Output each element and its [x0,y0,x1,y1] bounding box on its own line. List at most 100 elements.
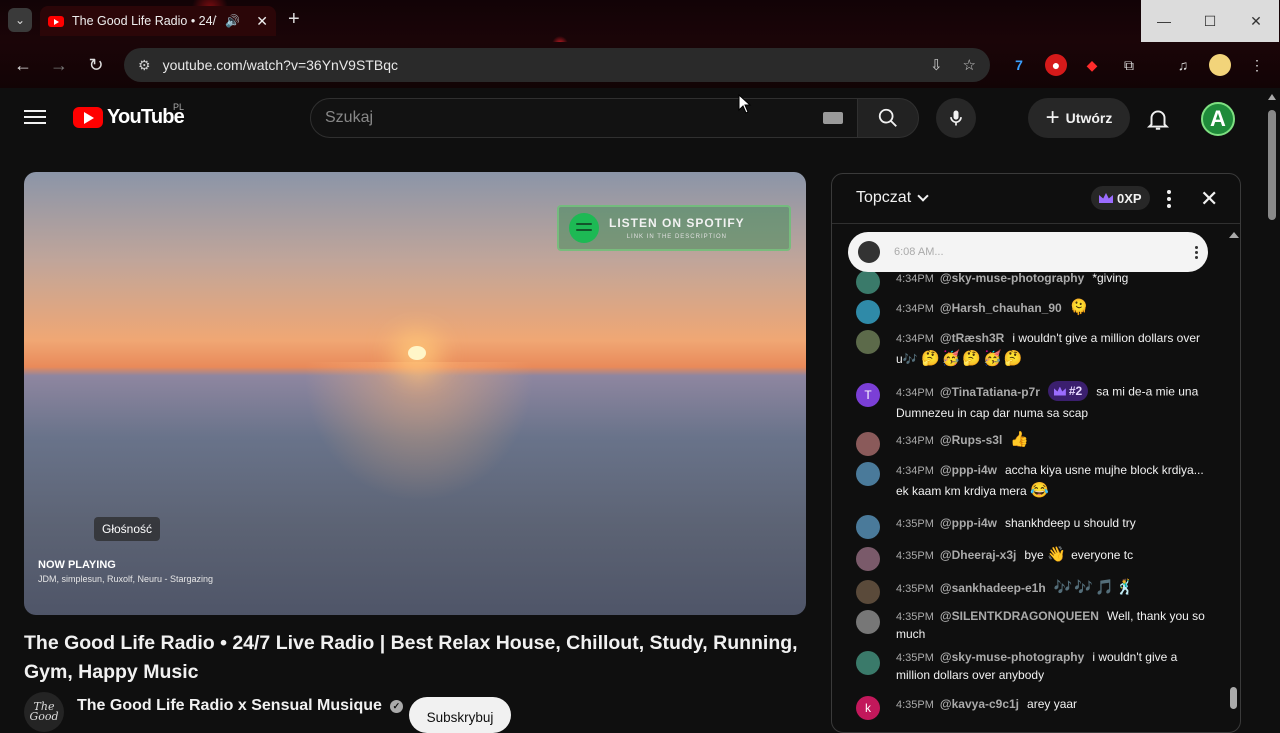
channel-name-link[interactable]: The Good Life Radio x Sensual Musique ✓ [77,697,403,715]
now-playing-overlay: NOW PLAYING JDM, simplesun, Ruxolf, Neur… [38,559,213,584]
channel-avatar[interactable]: The Good [24,692,64,732]
chat-message[interactable]: 4:35PM @ppp-i4w shankhdeep u should try [856,513,1206,539]
chat-scroll-up-icon[interactable] [1229,232,1239,238]
author-avatar: k [856,696,880,720]
address-bar[interactable]: ⚙ youtube.com/watch?v=36YnV9STBqc ⇩ ☆ [124,48,990,82]
author-avatar [856,580,880,604]
scrollbar-thumb[interactable] [1268,110,1276,220]
chat-message[interactable]: 4:35PM @sky-muse-photography i wouldn't gi… [856,649,1206,684]
notifications-bell-icon[interactable] [1145,106,1171,132]
sunset-sun [408,346,426,360]
new-tab-button[interactable]: + [288,8,300,31]
tab-title: The Good Life Radio • 24/7 [72,14,218,28]
create-button[interactable]: + Utwórz [1028,98,1130,138]
spotify-sub-text: LINK IN THE DESCRIPTION [626,234,727,240]
account-avatar[interactable]: A [1201,102,1235,136]
voice-search-button[interactable] [936,98,976,138]
bookmark-star-icon[interactable]: ☆ [963,56,976,74]
xp-badge[interactable]: 0XP [1091,186,1150,210]
author-avatar [856,610,880,634]
maximize-button[interactable]: ☐ [1187,0,1233,42]
author-avatar [856,330,880,354]
rank-badge: #2 [1047,381,1089,401]
chat-message[interactable]: 4:34PM @Rups-s3l 👍 [856,430,1206,456]
chat-message[interactable]: 4:35PM @SILENTKDRAGONQUEEN Well, thank you… [856,608,1206,643]
menu-icon[interactable] [24,106,46,128]
chat-mode-label: Topczat [856,189,912,206]
media-control-icon[interactable]: ♫ [1172,54,1194,76]
browser-tab[interactable]: The Good Life Radio • 24/7 🔊 ✕ [40,6,276,36]
live-chat-panel: Topczat 0XP ✕ 6:08 AM... 4:34PM @sky-muse… [831,173,1241,733]
pinned-author-avatar [858,241,880,263]
youtube-logo[interactable]: YouTube PL [73,102,185,129]
subscribe-button[interactable]: Subskrybuj [409,697,511,733]
youtube-extension-icon[interactable]: ◆ [1081,54,1103,76]
speaker-icon[interactable]: 🔊 [225,14,240,28]
close-tab-icon[interactable]: ✕ [256,13,268,30]
country-code: PL [173,102,185,112]
youtube-play-icon [73,107,103,128]
browser-menu-icon[interactable]: ⋮ [1246,54,1268,76]
now-playing-track: JDM, simplesun, Ruxolf, Neuru - Stargazi… [38,574,214,584]
verified-check-icon: ✓ [389,699,403,713]
browser-tab-bar: ⌄ The Good Life Radio • 24/7 🔊 ✕ + — ☐ ✕ [0,0,1280,42]
plus-icon: + [1045,104,1060,131]
author-avatar [856,462,880,486]
red-extension-icon[interactable]: ● [1045,54,1067,76]
video-title: The Good Life Radio • 24/7 Live Radio | … [24,632,798,683]
xp-label: 0XP [1117,190,1142,206]
author-avatar [856,270,880,294]
extensions-puzzle-icon[interactable]: ⧉ [1118,54,1140,76]
close-chat-icon[interactable]: ✕ [1200,186,1218,212]
youtube-favicon-icon [48,15,64,27]
chat-message[interactable]: 4:34PM @Harsh_chauhan_90 🫠 [856,298,1206,324]
tab-list-button[interactable]: ⌄ [8,8,32,32]
spotify-logo-icon [569,213,599,243]
install-app-icon[interactable]: ⇩ [930,56,943,74]
keyboard-icon[interactable] [823,112,843,124]
crown-icon [1099,193,1113,203]
author-avatar: T [856,383,880,407]
author-avatar [856,515,880,539]
browser-toolbar: ← → ↻ ⚙ youtube.com/watch?v=36YnV9STBqc … [0,42,1280,88]
pinned-message[interactable]: 6:08 AM... [848,232,1208,272]
minimize-button[interactable]: — [1141,0,1187,42]
translate-extension-icon[interactable]: 7 [1008,54,1030,76]
page-scrollbar[interactable] [1264,88,1280,720]
channel-name: The Good Life Radio x Sensual Musique [77,697,382,714]
create-label: Utwórz [1065,110,1113,126]
microphone-icon [950,110,962,126]
chat-messages: 4:34PM @sky-muse-photography *giving 4:34P… [832,224,1227,732]
author-avatar [856,547,880,571]
back-icon[interactable]: ← [10,52,36,78]
chat-message[interactable]: 4:35PM @sankhadeep-e1h 🎶🎶🎵🕺 [856,578,1206,604]
close-window-button[interactable]: ✕ [1233,0,1279,42]
reload-icon[interactable]: ↻ [83,52,109,78]
scroll-up-arrow-icon[interactable] [1268,94,1276,100]
chat-header: Topczat 0XP ✕ [832,174,1240,224]
volume-tooltip: Głośność [94,517,161,541]
chat-scrollbar-thumb[interactable] [1230,687,1237,709]
site-info-icon[interactable]: ⚙ [138,57,151,74]
search-box [310,98,858,138]
crown-icon [1053,386,1066,396]
pinned-more-icon[interactable] [1195,245,1198,259]
chat-message[interactable]: 4:35PM @Dheeraj-x3j bye 👋 everyone tc [856,545,1206,571]
forward-icon[interactable]: → [46,52,72,78]
author-avatar [856,300,880,324]
chat-message[interactable]: k 4:35PM @kavya-c9c1j arey yaar [856,694,1206,720]
chat-message[interactable]: 4:34PM @tRæsh3R i wouldn't give a million … [856,328,1206,369]
chat-scrollbar[interactable] [1228,232,1239,712]
spotify-overlay: LISTEN ON SPOTIFY LINK IN THE DESCRIPTIO… [557,205,791,251]
chat-message[interactable]: 4:34PM @ppp-i4w accha kiya usne mujhe bloc… [856,460,1206,501]
chevron-down-icon [917,190,929,202]
video-player[interactable]: LISTEN ON SPOTIFY LINK IN THE DESCRIPTIO… [24,172,806,615]
chat-message[interactable]: T 4:34PM @TinaTatiana-p7r #2 sa mi de-a mie… [856,381,1206,423]
sea-reflection [304,362,534,502]
chat-mode-dropdown[interactable]: Topczat [856,189,929,207]
author-avatar [856,432,880,456]
chat-more-options-icon[interactable] [1164,188,1174,210]
author-avatar [856,651,880,675]
search-button[interactable] [857,98,919,138]
profile-avatar-icon[interactable] [1209,54,1231,76]
